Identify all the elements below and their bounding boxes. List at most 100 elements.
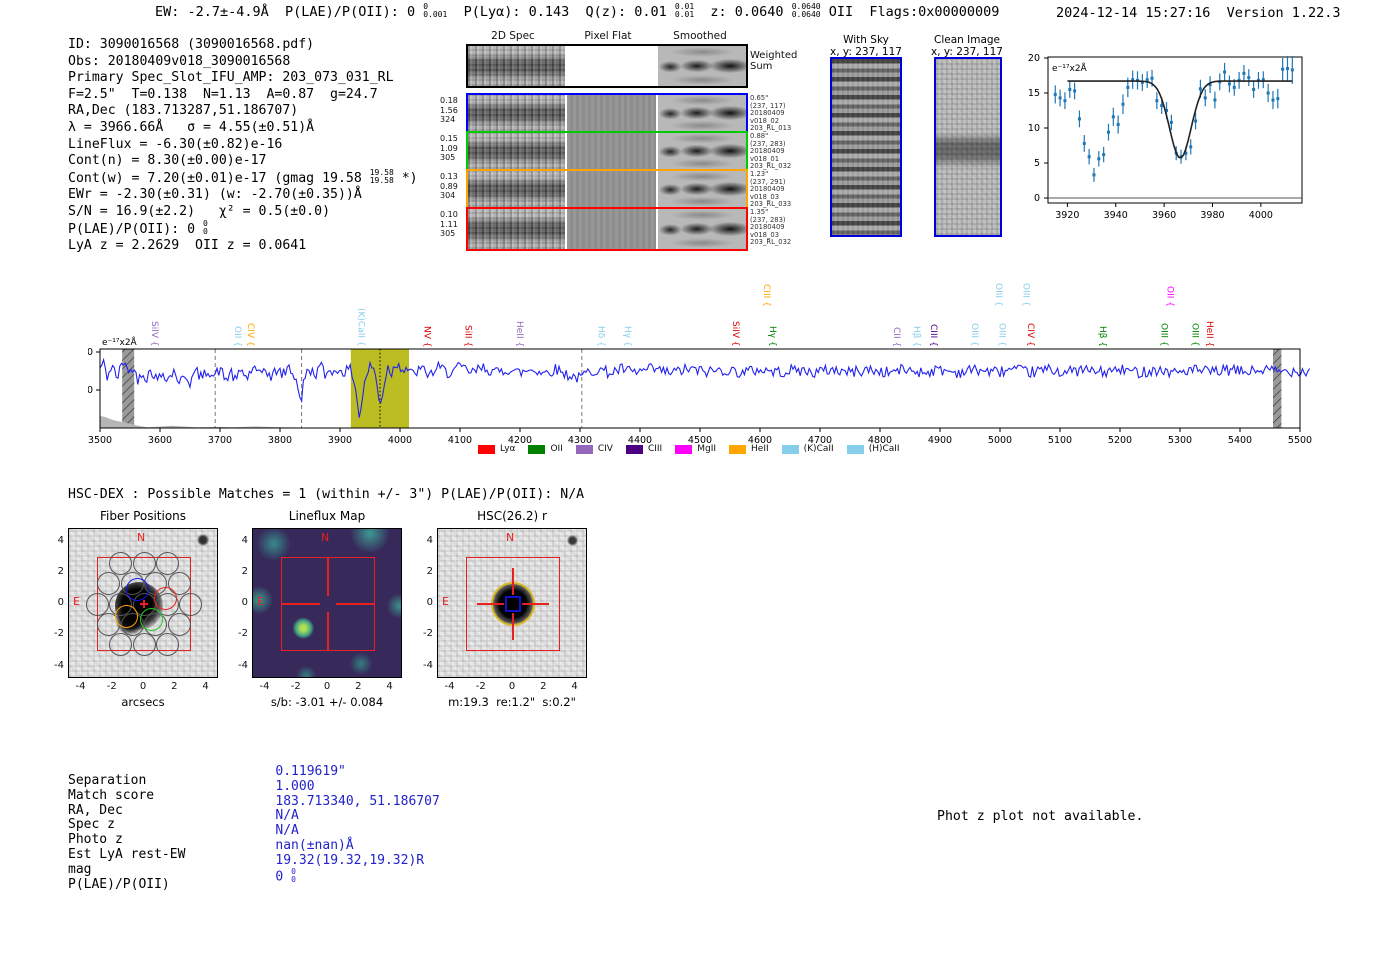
smoothed-strip	[658, 46, 746, 86]
compass-east: E	[257, 595, 264, 608]
x-tick-label: 2	[171, 681, 178, 692]
legend-swatch	[846, 444, 864, 454]
svg-text:4000: 4000	[1249, 210, 1273, 221]
header-summary: EW: -2.7±-4.9Å P(LAE)/P(OII): 0 0 0.001 P…	[155, 2, 1000, 21]
crosshair	[336, 603, 375, 605]
crosshair	[522, 603, 549, 605]
y-tick-label: 2	[57, 565, 64, 577]
match-value: 0.119619"	[275, 764, 346, 779]
with-sky-header: With Sky x, y: 237, 117	[830, 34, 902, 58]
y-tick-label: -2	[54, 628, 64, 640]
smoothed-strip	[658, 133, 746, 169]
selected-fiber-circle	[153, 587, 177, 611]
twod-row	[466, 93, 748, 133]
compass-north: N	[321, 531, 330, 544]
x-tick-label: 0	[323, 681, 331, 692]
y-tick-label: -2	[238, 628, 248, 640]
svg-text:10: 10	[1028, 123, 1040, 134]
y-tick-label: 0	[57, 597, 64, 608]
y-tick-label: 4	[241, 534, 248, 546]
svg-text:5: 5	[1034, 158, 1040, 169]
match-value: 19.32(19.32,19.32)R	[275, 852, 425, 868]
panel-title: HSC(26.2) r	[477, 509, 547, 523]
fiber-circle	[167, 612, 191, 636]
info-line: λ = 3966.66Å σ = 4.55(±0.51)Å	[68, 120, 418, 137]
match-value: nan(±nan)Å	[275, 837, 354, 853]
smoothed-title: Smoothed	[673, 30, 727, 42]
neighbor-source	[567, 535, 578, 546]
pixel-flat-strip	[567, 171, 656, 207]
compass-east: E	[442, 595, 449, 608]
fiber-weight-label: 0.15 1.09 305	[440, 134, 458, 162]
match-table-labels: Separation Match score RA, Dec Spec z Photo …	[68, 765, 185, 892]
clean-image-header: Clean Image x, y: 237, 117	[931, 34, 1003, 58]
legend-item: (H)CaII	[846, 444, 900, 454]
svg-text:3800: 3800	[268, 435, 292, 446]
legend-label: (H)CaII	[868, 444, 900, 454]
pixel-flat-strip	[567, 46, 656, 86]
fiber-circle	[179, 592, 203, 616]
x-tick-label: 4	[386, 681, 393, 692]
legend-label: (K)CaII	[803, 444, 834, 454]
legend-item: CIV	[575, 444, 613, 454]
twod-spec-strip	[468, 46, 565, 86]
crosshair	[327, 558, 329, 596]
match-value: N/A	[275, 808, 299, 824]
panel-caption: arcsecs	[121, 695, 165, 709]
y-tick-label: 2	[241, 565, 248, 577]
stacked-fraction: 19.58 19.58	[369, 167, 394, 185]
with-sky-cutout	[830, 57, 902, 237]
svg-text:20: 20	[1028, 53, 1040, 64]
smoothed-strip	[658, 171, 746, 207]
twod-spec-strip	[468, 171, 565, 207]
svg-text:3920: 3920	[1055, 210, 1079, 221]
fiber-circle	[155, 633, 179, 657]
cutout-1: NE	[252, 528, 402, 678]
y-tick-label: 4	[57, 534, 64, 546]
text-run: OII Flags:0x00000009	[820, 4, 1000, 20]
line-label-oiii: OIII {	[1020, 283, 1031, 307]
x-tick-label: 0	[139, 681, 147, 692]
legend-label: HeII	[751, 444, 769, 454]
x-tick-label: -4	[259, 681, 270, 692]
smoothed-strip	[658, 209, 746, 249]
text-run: z: 0.0640	[694, 4, 792, 20]
compass-north: N	[506, 531, 515, 544]
svg-text:e⁻¹⁷x2Å: e⁻¹⁷x2Å	[1052, 62, 1088, 74]
text-run: LineFlux = -6.30(±0.82)e-16	[68, 136, 283, 152]
stacked-fraction: 0.0640 0.0640	[791, 2, 821, 19]
legend-label: Lyα	[500, 444, 516, 454]
legend-swatch	[528, 444, 546, 454]
text-run: Cont(n) = 8.30(±0.00)e-17	[68, 153, 267, 169]
legend-item: (K)CaII	[781, 444, 834, 454]
text-run: ID: 3090016568 (3090016568.pdf)	[68, 37, 315, 52]
info-line: Cont(w) = 7.20(±0.01)e-17 (gmag 19.58 19…	[68, 167, 418, 188]
svg-text:3980: 3980	[1200, 210, 1224, 221]
svg-text:3500: 3500	[88, 435, 112, 446]
svg-text:5100: 5100	[1048, 435, 1072, 446]
fiber-annotation: 0.65" (237, 117) 20180409 v018_02 203_RL_013	[750, 94, 792, 133]
line-fit-plot: 3920 3940 3960 3980 4000 0 5 10 15 20 e⁻¹⁷x2Å	[1028, 53, 1303, 221]
weighted-sum-label: Weighted Sum	[750, 50, 798, 72]
text-run: *)	[393, 170, 418, 186]
twod-row	[466, 207, 748, 251]
crosshair	[281, 603, 320, 605]
compass-north: N	[137, 531, 146, 544]
crosshair	[512, 613, 514, 640]
info-line: LyA z = 2.2629 OII z = 0.0641	[68, 238, 418, 255]
legend-label: CIII	[647, 444, 663, 454]
info-line: EWr = -2.30(±0.31) (w: -2.70(±0.35))Å	[68, 187, 418, 204]
neighbor-source	[197, 534, 209, 546]
y-tick-label: 0	[241, 597, 248, 608]
text-run: S/N = 16.9(±2.2) χ² = 0.5(±0.0)	[68, 203, 331, 219]
match-label: Est LyA rest-EW	[68, 846, 186, 862]
svg-text:20: 20	[88, 347, 93, 358]
legend-item: OII	[528, 444, 563, 454]
spectrum-legend: Lyα OII CIV CIII MgII HeII (K)CaII (H)CaII	[478, 444, 900, 454]
fiber-annotation: 1.23" (237, 291) 20180409 v018_03 203_RL_033	[750, 170, 792, 209]
x-tick-label: 2	[355, 681, 362, 692]
text-run: RA,Dec (183.713287,51.186707)	[68, 103, 299, 119]
twod-row	[466, 44, 748, 88]
x-tick-label: 0	[508, 681, 516, 692]
detection-info-block: ID: 3090016568 (3090016568.pdf) Obs: 2018…	[68, 37, 418, 255]
